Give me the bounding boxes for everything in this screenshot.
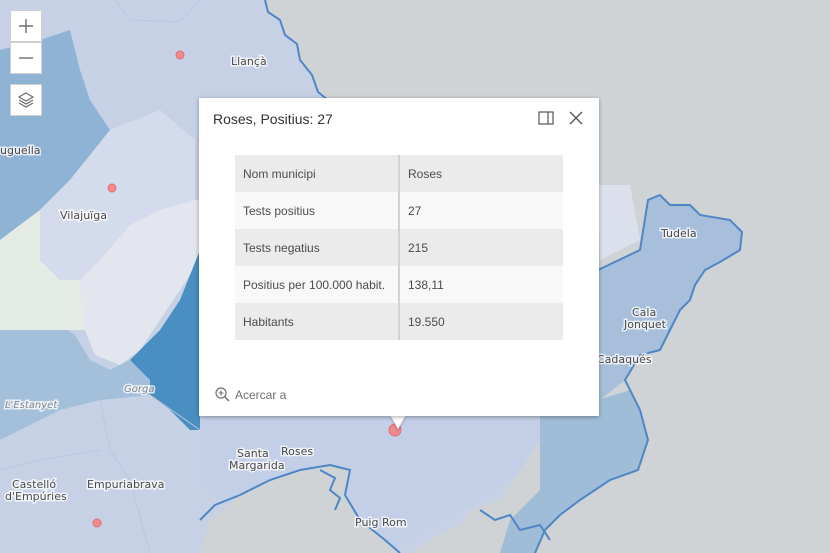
place-label-uguella: uguella — [0, 144, 41, 157]
dock-icon — [538, 111, 554, 125]
close-icon — [569, 111, 583, 125]
attribute-value: 19.550 — [399, 303, 563, 340]
place-label-margarida: Margarida — [229, 459, 285, 472]
table-row: Tests negatius 215 — [235, 229, 563, 266]
attribute-value: Roses — [399, 155, 563, 192]
zoom-to-action[interactable]: Acercar a — [215, 387, 286, 402]
layers-icon — [17, 92, 35, 108]
feature-popup: Roses, Positius: 27 Nom municipi Roses T… — [199, 98, 599, 416]
layers-button[interactable] — [10, 84, 42, 116]
popup-dock-button[interactable] — [536, 108, 556, 128]
zoom-in-icon — [215, 387, 230, 402]
attribute-key: Habitants — [235, 303, 400, 340]
attribute-value: 138,11 — [399, 266, 563, 303]
place-label-jonquet: Jonquet — [623, 318, 667, 331]
table-row: Habitants 19.550 — [235, 303, 563, 340]
popup-close-button[interactable] — [566, 108, 586, 128]
minus-icon — [19, 57, 33, 59]
zoom-out-button[interactable] — [10, 42, 42, 74]
table-row: Tests positius 27 — [235, 192, 563, 229]
map-marker[interactable] — [107, 183, 117, 193]
place-label-puig-rom: Puig Rom — [355, 516, 407, 529]
place-label-gorga: Gorga — [124, 384, 154, 395]
popup-pointer — [390, 415, 406, 429]
place-label-empories: d'Empúries — [5, 490, 67, 503]
place-label-empuriabrava: Empuriabrava — [87, 478, 164, 491]
place-label-cadaques: Cadaqués — [597, 353, 652, 366]
attribute-value: 215 — [399, 229, 563, 266]
attribute-key: Tests positius — [235, 192, 400, 229]
map-marker[interactable] — [92, 518, 102, 528]
attribute-key: Tests negatius — [235, 229, 400, 266]
place-label-llanca: Llançà — [231, 55, 267, 68]
place-label-estanyet: L'Estanyet — [5, 400, 58, 411]
attribute-key: Positius per 100.000 habit. — [235, 266, 400, 303]
popup-title: Roses, Positius: 27 — [213, 111, 333, 127]
zoom-in-button[interactable] — [10, 10, 42, 42]
attribute-value: 27 — [399, 192, 563, 229]
zoom-to-label: Acercar a — [235, 387, 287, 402]
attribute-table: Nom municipi Roses Tests positius 27 Tes… — [235, 155, 563, 340]
plus-icon — [19, 19, 33, 33]
place-label-roses: Roses — [281, 445, 313, 458]
table-row: Nom municipi Roses — [235, 155, 563, 192]
map-marker[interactable] — [175, 50, 185, 60]
place-label-vilajuiga: Vilajuïga — [60, 209, 107, 222]
place-label-tudela: Tudela — [660, 227, 697, 240]
attribute-key: Nom municipi — [235, 155, 400, 192]
table-row: Positius per 100.000 habit. 138,11 — [235, 266, 563, 303]
